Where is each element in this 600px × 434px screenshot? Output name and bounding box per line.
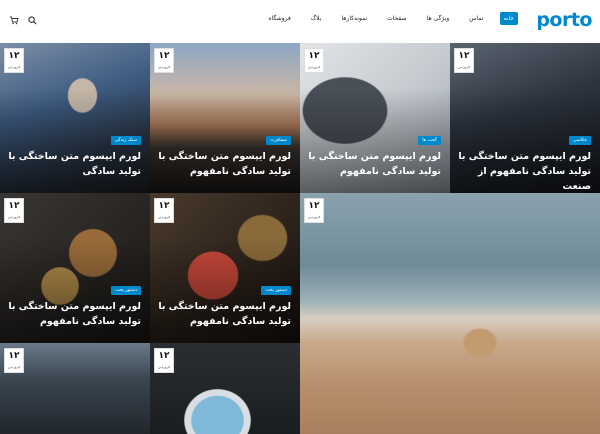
post-day: ۱۲ [458,51,470,61]
post-grid: ۱۲ فروردین سبک زندگی لورم ایپسوم متن ساخت… [0,43,600,434]
post-day: ۱۲ [158,51,170,61]
post-month: فروردین [7,215,21,219]
post-date-badge: ۱۲ فروردین [154,198,174,223]
search-icon[interactable] [26,14,38,26]
nav-item-shop[interactable]: فروشگاه [264,12,294,25]
post-category-badge[interactable]: عکاسی [568,136,591,145]
post-title[interactable]: لورم ایپسوم متن ساختگی با تولید سادگی نا… [308,149,441,179]
main-nav: خانه تماس ویژگی ها صفحات نمونه‌کارها بلا… [264,12,518,25]
post-card[interactable]: ۱۲ فروردین گجت ها لورم ایپسوم متن ساختگی … [300,43,450,193]
post-day: ۱۲ [158,201,170,211]
post-date-badge: ۱۲ فروردین [154,48,174,73]
post-date-badge: ۱۲ فروردین [154,348,174,373]
post-title[interactable]: لورم ایپسوم متن ساختگی با تولید سادگی نا… [8,299,141,329]
nav-item-pages[interactable]: صفحات [383,12,410,25]
post-day: ۱۲ [308,201,320,211]
post-day: ۱۲ [8,51,20,61]
post-title[interactable]: لورم ایپسوم متن ساختگی با تولید سادگی نا… [458,149,591,193]
post-category-badge[interactable]: دستور پخت [261,286,291,295]
post-card[interactable]: ۱۲ فروردین [0,343,150,434]
post-date-badge: ۱۲ فروردین [4,348,24,373]
header-icons [8,14,38,26]
post-card[interactable]: ۱۲ فروردین مسافرت لورم ایپسوم متن ساختگی … [150,43,300,193]
nav-item-features[interactable]: ویژگی ها [423,12,454,25]
post-day: ۱۲ [8,201,20,211]
post-month: فروردین [7,365,21,369]
post-month: فروردین [157,65,171,69]
nav-item-home[interactable]: خانه [499,12,518,25]
cart-icon[interactable] [8,14,20,26]
post-card[interactable]: ۱۲ فروردین [150,343,300,434]
post-month: فروردین [307,215,321,219]
post-category-badge[interactable]: مسافرت [266,136,291,145]
post-month: فروردین [157,215,171,219]
post-card[interactable]: ۱۲ فروردین دستور پخت لورم ایپسوم متن ساخت… [150,193,300,343]
post-date-badge: ۱۲ فروردین [304,198,324,223]
post-card[interactable]: ۱۲ فروردین عکاسی لورم ایپسوم متن ساختگی ب… [450,43,600,193]
post-card-featured[interactable]: ۱۲ فروردین [300,193,600,434]
nav-item-contact[interactable]: تماس [465,12,487,25]
post-category-badge[interactable]: دستور پخت [111,286,141,295]
post-month: فروردین [157,365,171,369]
post-date-badge: ۱۲ فروردین [304,48,324,73]
post-image [300,193,600,434]
post-category-badge[interactable]: سبک زندگی [110,136,141,145]
post-day: ۱۲ [8,351,20,361]
post-title[interactable]: لورم ایپسوم متن ساختگی با تولید سادگی نا… [158,149,291,179]
post-title[interactable]: لورم ایپسوم متن ساختگی با تولید سادگی نا… [158,299,291,329]
post-card[interactable]: ۱۲ فروردین دستور پخت لورم ایپسوم متن ساخت… [0,193,150,343]
site-logo[interactable]: porto [536,9,592,31]
post-category-badge[interactable]: گجت ها [418,136,441,145]
nav-item-portfolio[interactable]: نمونه‌کارها [337,12,371,25]
post-date-badge: ۱۲ فروردین [4,48,24,73]
site-header: خانه تماس ویژگی ها صفحات نمونه‌کارها بلا… [0,0,600,43]
post-day: ۱۲ [158,351,170,361]
post-day: ۱۲ [308,51,320,61]
post-date-badge: ۱۲ فروردین [4,198,24,223]
post-month: فروردین [307,65,321,69]
post-month: فروردین [457,65,471,69]
post-card[interactable]: ۱۲ فروردین سبک زندگی لورم ایپسوم متن ساخت… [0,43,150,193]
post-date-badge: ۱۲ فروردین [454,48,474,73]
nav-item-blog[interactable]: بلاگ [307,12,326,25]
post-month: فروردین [7,65,21,69]
post-title[interactable]: لورم ایپسوم متن ساختگی با تولید سادگی [8,149,141,179]
